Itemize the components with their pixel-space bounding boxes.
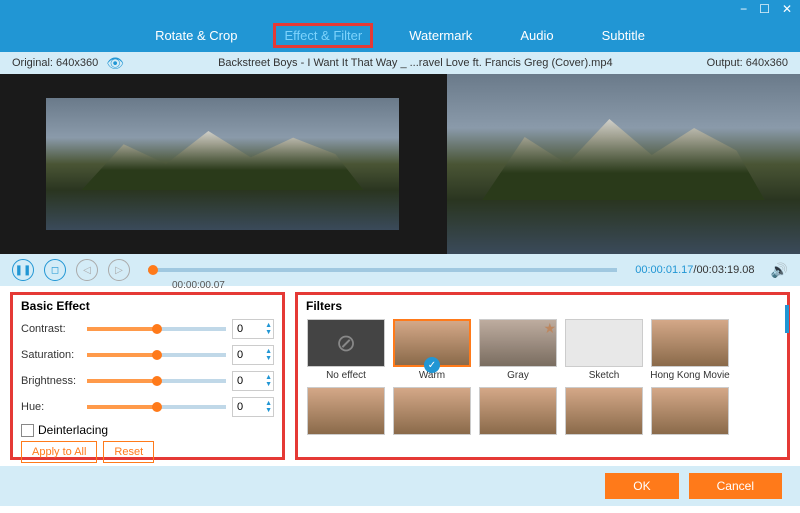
saturation-input[interactable]: 0▲▼ [232,345,274,365]
footer: OK Cancel [0,466,800,506]
contrast-row: Contrast: 0▲▼ [21,319,274,339]
ok-button[interactable]: OK [605,473,678,499]
saturation-slider[interactable] [87,353,226,357]
filter-item[interactable] [306,387,386,438]
next-frame-button[interactable]: ▷ [108,259,130,281]
tab-effect-filter[interactable]: Effect & Filter [273,23,373,48]
filters-title: Filters [306,299,779,313]
tab-audio[interactable]: Audio [508,22,565,49]
file-name: Backstreet Boys - I Want It That Way _ .… [124,57,707,69]
info-bar: Original: 640x360 👁 Backstreet Boys - I … [0,52,800,74]
tab-watermark[interactable]: Watermark [397,22,484,49]
tab-bar: Rotate & Crop Effect & Filter Watermark … [0,18,800,52]
filter-item[interactable] [564,387,644,438]
filter-sketch[interactable]: Sketch [564,319,644,381]
maximize-icon[interactable]: ☐ [759,2,770,16]
titlebar: − ☐ ✕ [0,0,800,18]
tab-rotate-crop[interactable]: Rotate & Crop [143,22,249,49]
scrub-time-label: 00:00:00.07 [172,280,225,291]
saturation-row: Saturation: 0▲▼ [21,345,274,365]
brightness-slider[interactable] [87,379,226,383]
time-scrubber[interactable]: 00:00:00.07 [148,268,617,272]
preview-eye-icon[interactable]: 👁 [106,55,124,72]
filters-scrollbar[interactable] [785,305,789,333]
saturation-label: Saturation: [21,349,81,361]
preview-original [0,74,445,254]
filter-warm[interactable]: ✓ Warm [392,319,472,381]
main-panel: Basic Effect Contrast: 0▲▼ Saturation: 0… [0,286,800,466]
filter-item[interactable] [392,387,472,438]
playback-controls: ❚❚ ◻ ◁ ▷ 00:00:00.07 00:00:01.17/00:03:1… [0,254,800,286]
deinterlacing-row: Deinterlacing [21,423,274,437]
original-resolution: Original: 640x360 [12,57,98,69]
prev-frame-button[interactable]: ◁ [76,259,98,281]
brightness-row: Brightness: 0▲▼ [21,371,274,391]
star-icon: ★ [543,320,556,337]
contrast-label: Contrast: [21,323,81,335]
filter-hong-kong-movie[interactable]: Hong Kong Movie [650,319,730,381]
output-resolution: Output: 640x360 [707,57,788,69]
preview-output [447,74,800,254]
volume-icon[interactable]: 🔊 [771,262,788,279]
deinterlacing-checkbox[interactable] [21,424,34,437]
basic-effect-panel: Basic Effect Contrast: 0▲▼ Saturation: 0… [10,292,285,460]
check-icon: ✓ [424,357,440,373]
stop-button[interactable]: ◻ [44,259,66,281]
basic-effect-title: Basic Effect [21,299,274,313]
filter-gray[interactable]: ★ Gray [478,319,558,381]
brightness-label: Brightness: [21,375,81,387]
time-display: 00:00:01.17/00:03:19.08 [635,264,754,276]
filter-no-effect[interactable]: ⊘ No effect [306,319,386,381]
close-icon[interactable]: ✕ [782,2,792,16]
tab-subtitle[interactable]: Subtitle [590,22,657,49]
scrub-handle[interactable] [148,265,158,275]
hue-row: Hue: 0▲▼ [21,397,274,417]
contrast-input[interactable]: 0▲▼ [232,319,274,339]
filters-panel: Filters ⊘ No effect ✓ Warm ★ Gray Sketch… [295,292,790,460]
hue-input[interactable]: 0▲▼ [232,397,274,417]
filter-grid: ⊘ No effect ✓ Warm ★ Gray Sketch Hong Ko… [306,319,779,438]
cancel-button[interactable]: Cancel [689,473,782,499]
preview-area [0,74,800,254]
minimize-icon[interactable]: − [740,2,747,16]
hue-label: Hue: [21,401,81,413]
filter-item[interactable] [650,387,730,438]
apply-to-all-button[interactable]: Apply to All [21,441,97,463]
pause-button[interactable]: ❚❚ [12,259,34,281]
reset-button[interactable]: Reset [103,441,154,463]
contrast-slider[interactable] [87,327,226,331]
filter-item[interactable] [478,387,558,438]
deinterlacing-label: Deinterlacing [38,423,108,437]
hue-slider[interactable] [87,405,226,409]
brightness-input[interactable]: 0▲▼ [232,371,274,391]
